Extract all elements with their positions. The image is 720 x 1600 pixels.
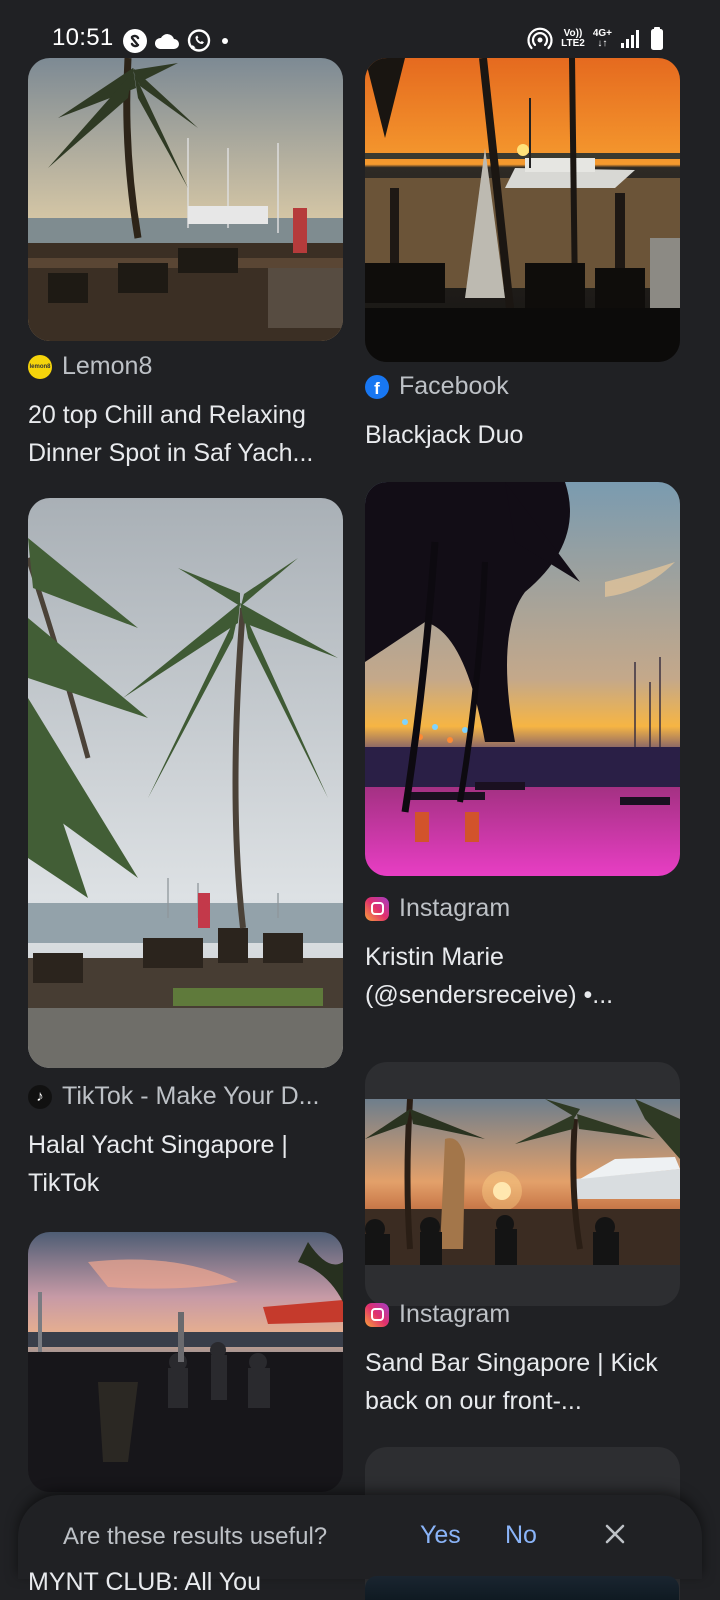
tiktok-icon: ♪ [28,1084,52,1109]
result-thumbnail[interactable] [28,1232,343,1492]
instagram-icon [365,896,389,921]
result-thumbnail-partial[interactable] [365,1576,679,1600]
result-title[interactable]: Kristin Marie (@sendersreceive) •... [365,938,685,1014]
dot-icon [222,38,228,44]
result-title-partial[interactable]: MYNT CLUB: All You [28,1568,261,1597]
volte-indicator: Vo)) LTE2 [561,28,585,49]
feedback-question: Are these results useful? [63,1523,328,1550]
result-source[interactable]: Instagram [365,1300,510,1329]
result-title[interactable]: Blackjack Duo [365,416,685,454]
result-title[interactable]: Halal Yacht Singapore | TikTok [28,1126,348,1202]
whatsapp-icon [187,29,211,52]
cloud-icon [154,34,179,49]
result-source[interactable]: Instagram [365,894,510,923]
close-icon[interactable] [598,1517,632,1551]
result-thumbnail[interactable] [365,482,680,876]
shazam-icon [123,29,147,53]
result-card-facebook[interactable]: f Facebook Blackjack Duo [360,0,720,470]
feedback-bar: Are these results useful? Yes No [18,1495,702,1579]
result-thumbnail[interactable] [365,1099,680,1265]
result-card-instagram[interactable]: Instagram Kristin Marie (@sendersreceive… [360,482,720,1042]
result-source[interactable]: lemon8 Lemon8 [28,352,152,381]
feedback-no-button[interactable]: No [505,1521,537,1550]
result-thumbnail-frame[interactable] [365,1062,680,1306]
result-card-instagram-sandbar[interactable]: Instagram Sand Bar Singapore | Kick back… [360,1062,720,1442]
signal-icon [621,30,639,48]
result-title[interactable]: 20 top Chill and Relaxing Dinner Spot in… [28,396,348,472]
result-thumbnail[interactable] [28,498,343,1068]
instagram-icon [365,1302,389,1327]
result-thumbnail[interactable] [365,58,680,362]
hotspot-icon [527,27,553,50]
result-thumbnail[interactable] [28,58,343,341]
result-title[interactable]: Sand Bar Singapore | Kick back on our fr… [365,1344,685,1420]
battery-icon [651,27,663,50]
result-source[interactable]: ♪ TikTok - Make Your D... [28,1082,320,1111]
feedback-yes-button[interactable]: Yes [420,1521,461,1550]
result-card-lemon8[interactable]: lemon8 Lemon8 20 top Chill and Relaxing … [0,0,360,480]
status-bar: 10:51 Vo)) LTE2 4G+ ↓↑ [0,0,720,58]
result-source[interactable]: f Facebook [365,372,509,401]
lemon8-icon: lemon8 [28,354,52,379]
system-icons: Vo)) LTE2 4G+ ↓↑ [527,26,664,52]
notification-icons [122,28,232,54]
facebook-icon: f [365,374,389,399]
network-indicator: 4G+ ↓↑ [592,28,612,49]
result-card-tiktok[interactable]: ♪ TikTok - Make Your D... Halal Yacht Si… [0,498,360,1218]
status-time: 10:51 [52,24,114,51]
